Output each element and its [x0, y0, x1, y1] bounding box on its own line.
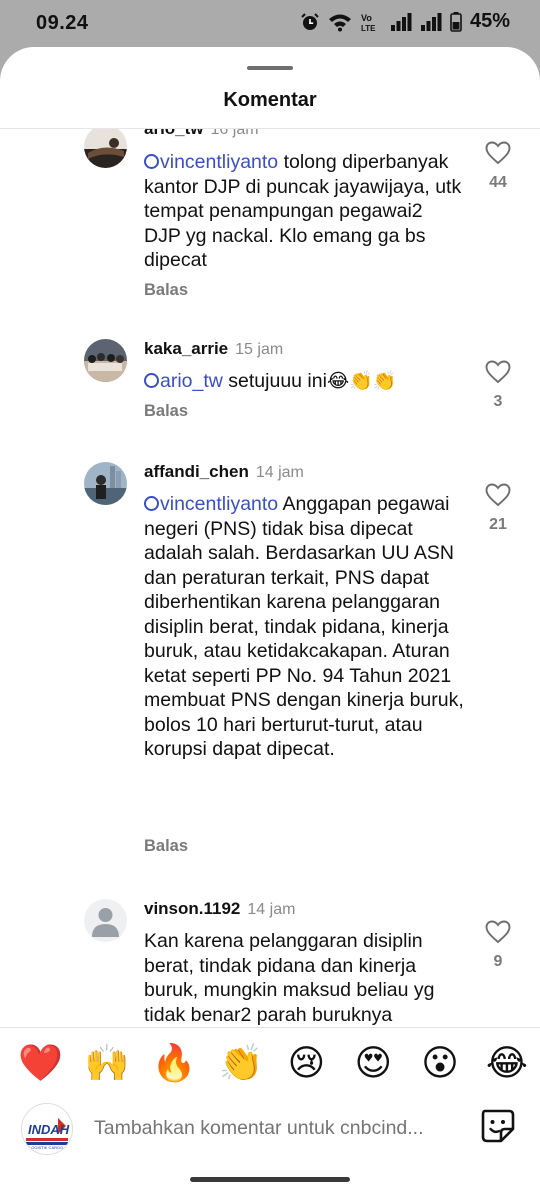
comment-emojis: 😂👏👏 — [326, 371, 397, 392]
signal-icon-2 — [420, 12, 442, 31]
comments-sheet: Komentar ario_tw 16 jam vincentliyanto to… — [0, 47, 540, 1200]
reaction-raising-hands[interactable]: 🙌 — [85, 1043, 130, 1083]
status-time: 09.24 — [36, 12, 89, 34]
like-group: 3 — [484, 360, 512, 411]
reaction-clapping-hands[interactable]: 👏 — [219, 1043, 264, 1083]
svg-text:Vo: Vo — [361, 13, 372, 23]
sheet-grabber[interactable] — [247, 66, 293, 70]
my-avatar[interactable]: INDAH LOGISTIK CARGO — [21, 1103, 73, 1155]
status-bar: 09.24 Vo LTE 45% — [0, 0, 540, 46]
comment-username[interactable]: affandi_chen — [144, 462, 249, 481]
sticker-button[interactable] — [479, 1107, 517, 1150]
reaction-crying-face[interactable]: 😢 — [285, 1043, 327, 1083]
comment-time: 14 jam — [247, 901, 296, 918]
mention-link[interactable]: vincentliyanto — [144, 493, 278, 515]
comment-username[interactable]: vinson.1192 — [144, 899, 240, 918]
home-indicator[interactable] — [190, 1177, 350, 1182]
heart-icon[interactable] — [485, 141, 511, 165]
reply-button[interactable]: Balas — [144, 402, 188, 421]
comments-list[interactable]: ario_tw 16 jam vincentliyanto tolong dipe… — [0, 129, 540, 1027]
default-avatar-icon — [84, 899, 127, 942]
comment-text: vincentliyanto Anggapan pegawai negeri (… — [144, 493, 464, 760]
reaction-heart-eyes[interactable]: 😍 — [352, 1043, 394, 1083]
comment-time: 16 jam — [210, 129, 259, 138]
comment-input[interactable] — [94, 1117, 462, 1140]
like-count: 21 — [489, 516, 507, 533]
like-group: 21 — [484, 483, 512, 534]
indah-logo: INDAH LOGISTIK CARGO — [22, 1104, 72, 1154]
comment-text: vincentliyanto tolong diperbanyak kantor… — [144, 151, 462, 271]
comment-header: kaka_arrie 15 jam — [144, 339, 283, 359]
svg-text:LOGISTIK CARGO: LOGISTIK CARGO — [29, 1145, 63, 1150]
signal-icon-1 — [390, 12, 412, 31]
comment-time: 15 jam — [235, 341, 284, 358]
reaction-surprised-face[interactable]: 😮 — [419, 1043, 461, 1083]
avatar[interactable] — [84, 899, 127, 942]
heart-icon[interactable] — [485, 920, 511, 944]
like-count: 9 — [493, 953, 503, 970]
reaction-fire[interactable]: 🔥 — [152, 1043, 197, 1083]
status-icons: Vo LTE 45% — [300, 10, 510, 33]
reaction-red-heart[interactable]: ❤️ — [18, 1043, 63, 1083]
sheet-title: Komentar — [223, 89, 317, 111]
battery-icon — [450, 11, 462, 32]
comment-text: Kan karena pelanggaran disiplin berat, t… — [144, 930, 435, 1026]
mention-link[interactable]: ario_tw — [144, 370, 223, 392]
reply-button[interactable]: Balas — [144, 281, 188, 300]
comment-username[interactable]: ario_tw — [144, 129, 204, 138]
comment-text: ario_tw setujuuu ini😂👏👏 — [144, 369, 464, 395]
like-group: 9 — [484, 920, 512, 971]
svg-text:INDAH: INDAH — [28, 1122, 70, 1137]
heart-icon[interactable] — [485, 483, 511, 507]
reply-button[interactable]: Balas — [144, 837, 188, 856]
like-count: 3 — [493, 393, 503, 410]
like-count: 44 — [489, 174, 507, 191]
avatar[interactable] — [84, 462, 127, 505]
reaction-tears-of-joy[interactable]: 😂 — [486, 1043, 528, 1083]
comment-composer: INDAH LOGISTIK CARGO — [0, 1103, 540, 1163]
quick-reactions-bar: ❤️ 🙌 🔥 👏 😢 😍 😮 😂 — [18, 1043, 528, 1083]
like-group: 44 — [484, 141, 512, 192]
battery-percent: 45% — [469, 10, 510, 32]
svg-text:LTE: LTE — [361, 24, 376, 32]
wifi-icon — [328, 14, 351, 31]
avatar[interactable] — [84, 339, 127, 382]
comment-username[interactable]: kaka_arrie — [144, 339, 228, 358]
avatar[interactable] — [84, 129, 127, 168]
comment-header: vinson.1192 14 jam — [144, 899, 295, 919]
sticker-icon — [481, 1109, 515, 1143]
threads-icon — [144, 373, 159, 388]
mention-link[interactable]: vincentliyanto — [144, 151, 278, 173]
composer-divider — [0, 1027, 540, 1028]
heart-icon[interactable] — [485, 360, 511, 384]
threads-icon — [144, 496, 159, 511]
comment-time: 14 jam — [255, 464, 304, 481]
comment-header: affandi_chen 14 jam — [144, 462, 304, 482]
comment-header: ario_tw 16 jam — [144, 129, 259, 139]
alarm-icon — [301, 12, 319, 30]
volte-icon: VoLTE — [361, 13, 376, 32]
threads-icon — [144, 154, 159, 169]
